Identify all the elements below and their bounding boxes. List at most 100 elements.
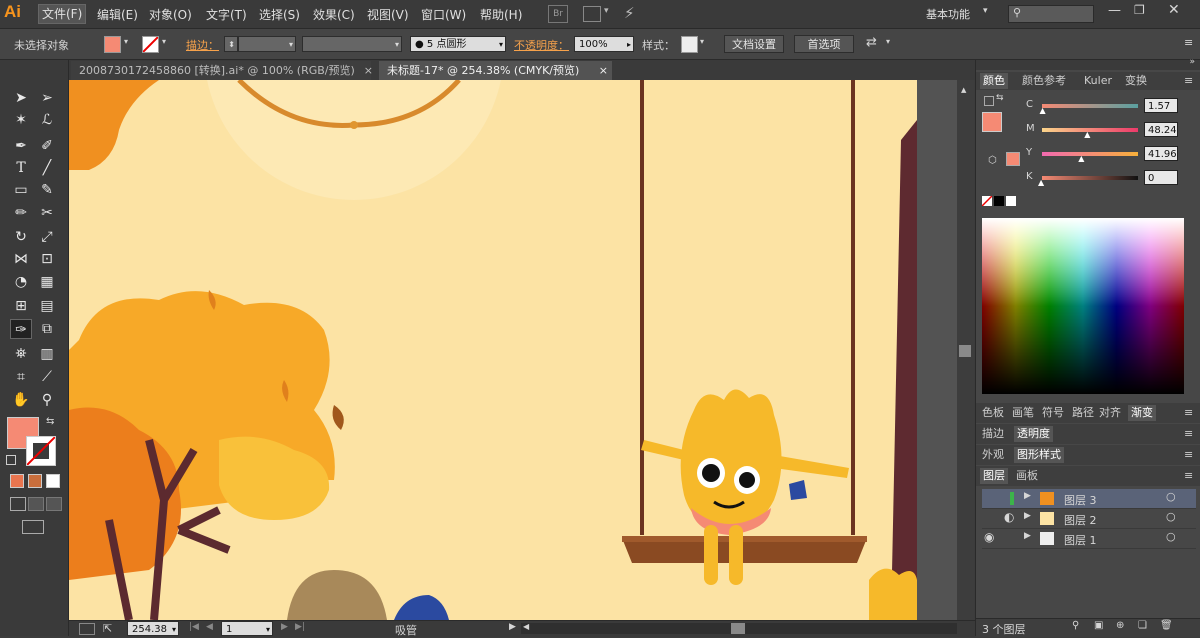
tab-pathfinder[interactable]: 路径 <box>1072 405 1094 421</box>
delete-layer-icon[interactable]: 🗑 <box>1160 620 1173 631</box>
scissors-tool-icon[interactable]: ✂ <box>36 203 58 223</box>
swap-colors-icon[interactable]: ⇆ <box>46 416 54 427</box>
brush-definition[interactable]: ● 5 点圆形 ▾ <box>410 36 506 52</box>
scale-tool-icon[interactable]: ⤢ <box>36 227 58 247</box>
channel-c-field[interactable]: 1.57 <box>1144 98 1178 113</box>
opacity-label[interactable]: 不透明度： <box>514 37 569 53</box>
layer-1-name[interactable]: 图层 1 <box>1064 532 1097 548</box>
tab-color[interactable]: 颜色 <box>980 73 1008 89</box>
opacity-field[interactable]: 100% ▸ <box>574 36 634 52</box>
color-panel-menu-icon[interactable]: ≡ <box>1184 73 1193 89</box>
stroke-swatch[interactable] <box>142 36 159 53</box>
direct-selection-tool-icon[interactable]: ➢ <box>36 88 58 108</box>
none-mode-icon[interactable] <box>46 474 60 488</box>
layer-3-name[interactable]: 图层 3 <box>1064 492 1097 508</box>
status-nav-icon[interactable] <box>79 623 95 635</box>
color-mode-icon[interactable] <box>10 474 24 488</box>
horizontal-scrollbar[interactable]: ◀ <box>521 622 957 634</box>
zoom-field[interactable]: 254.38 ▾ <box>127 621 179 636</box>
create-new-layer-icon[interactable]: ❏ <box>1138 620 1147 631</box>
lasso-tool-icon[interactable]: ℒ <box>36 110 58 130</box>
menu-file[interactable]: 文件(F) <box>38 4 87 24</box>
align-options-icon[interactable]: ⇄ <box>866 35 877 50</box>
vertical-scroll-thumb[interactable] <box>959 345 971 357</box>
stroke-weight-field[interactable]: ▾ <box>238 36 296 52</box>
arrange-documents-icon[interactable] <box>583 6 601 22</box>
tab-layers[interactable]: 图层 <box>980 468 1008 484</box>
workspace-chevron-icon[interactable]: ▾ <box>983 6 988 16</box>
stroke-color-box[interactable] <box>26 436 56 466</box>
make-clipping-mask-icon[interactable]: ▣ <box>1094 620 1103 631</box>
tab-document-1[interactable]: 2008730172458860 [转换].ai* @ 100% (RGB/预览… <box>71 61 373 80</box>
channel-k-slider[interactable]: ▲ <box>1038 176 1138 187</box>
appearance-menu-icon[interactable]: ≡ <box>1184 447 1193 463</box>
layer-2-name[interactable]: 图层 2 <box>1064 512 1097 528</box>
layer-row-1[interactable]: ◉ ▶ 图层 1 ○ <box>982 529 1196 549</box>
align-chevron-icon[interactable]: ▾ <box>886 37 890 46</box>
tab-graphic-styles[interactable]: 图形样式 <box>1014 447 1064 463</box>
vertical-scrollbar[interactable]: ▲ <box>957 80 974 620</box>
layer-3-target-icon[interactable]: ○ <box>1166 490 1176 503</box>
tab-appearance[interactable]: 外观 <box>982 447 1004 463</box>
pencil-tool-icon[interactable]: ✏ <box>10 203 32 223</box>
first-artboard-icon[interactable]: |◀ <box>189 622 199 632</box>
control-menu-icon[interactable]: ≡ <box>1184 36 1193 49</box>
stroke-menu-icon[interactable]: ≡ <box>1184 426 1193 442</box>
slice-tool-icon[interactable]: ⟋ <box>36 367 58 387</box>
workspace-switcher[interactable]: 基本功能 <box>926 6 970 22</box>
layer-2-target-icon[interactable]: ○ <box>1166 510 1176 523</box>
tab-swatches[interactable]: 色板 <box>982 405 1004 421</box>
close-icon[interactable]: ✕ <box>1168 2 1180 18</box>
arrange-dropdown-icon[interactable]: ▾ <box>604 6 609 16</box>
layer-2-visibility-icon[interactable]: ◐ <box>1004 510 1014 524</box>
channel-k-field[interactable]: 0 <box>1144 170 1178 185</box>
channel-c-thumb-icon[interactable]: ▲ <box>1040 106 1046 115</box>
menu-object[interactable]: 对象(O) <box>149 6 192 23</box>
tab-artboards[interactable]: 画板 <box>1016 468 1038 484</box>
stroke-weight-stepper[interactable]: ⬍ <box>224 36 238 52</box>
tab-transform[interactable]: 变换 <box>1125 73 1147 89</box>
bridge-button[interactable]: Br <box>548 5 568 23</box>
stroke-label[interactable]: 描边： <box>186 37 219 53</box>
tab-stroke[interactable]: 描边 <box>982 426 1004 442</box>
restore-icon[interactable]: ❐ <box>1134 3 1145 17</box>
black-color-chip[interactable] <box>994 196 1004 206</box>
stroke-chevron-icon[interactable]: ▾ <box>162 37 166 46</box>
tab-gradient[interactable]: 渐变 <box>1128 405 1156 421</box>
mesh-tool-icon[interactable]: ⊞ <box>10 296 32 316</box>
menu-type[interactable]: 文字(T) <box>206 6 247 23</box>
rotate-tool-icon[interactable]: ↻ <box>10 227 32 247</box>
graphic-style-swatch[interactable] <box>681 36 698 53</box>
menu-help[interactable]: 帮助(H) <box>480 6 522 23</box>
layer-1-target-icon[interactable]: ○ <box>1166 530 1176 543</box>
artboard-number-field[interactable]: 1 ▾ <box>221 621 273 636</box>
width-tool-icon[interactable]: ⋈ <box>10 249 32 269</box>
artboard-canvas[interactable] <box>69 80 957 620</box>
channel-m-slider[interactable]: ▲ <box>1042 128 1138 139</box>
tab-align[interactable]: 对齐 <box>1099 405 1121 421</box>
channel-k-thumb-icon[interactable]: ▲ <box>1038 178 1044 187</box>
tab-kuler[interactable]: Kuler <box>1084 73 1112 89</box>
channel-m-thumb-icon[interactable]: ▲ <box>1084 130 1090 139</box>
channel-y-thumb-icon[interactable]: ▲ <box>1078 154 1084 163</box>
prev-artboard-icon[interactable]: ◀ <box>206 622 213 632</box>
perspective-grid-tool-icon[interactable]: ▦ <box>36 272 58 292</box>
create-sublayer-icon[interactable]: ⊕ <box>1116 620 1124 631</box>
style-chevron-icon[interactable]: ▾ <box>700 37 704 46</box>
layer-row-3[interactable]: ▶ 图层 3 ○ <box>982 489 1196 509</box>
scroll-left-icon[interactable]: ◀ <box>523 622 529 631</box>
layer-1-visibility-icon[interactable]: ◉ <box>984 530 994 544</box>
gpu-performance-icon[interactable]: ⚡ <box>624 4 635 22</box>
swatches-menu-icon[interactable]: ≡ <box>1184 405 1193 421</box>
variable-width-profile[interactable]: ▾ <box>302 36 402 52</box>
curvature-tool-icon[interactable]: ✐ <box>36 136 58 156</box>
scroll-up-icon[interactable]: ▲ <box>961 86 966 94</box>
preferences-button[interactable]: 首选项 <box>794 35 854 53</box>
horizontal-scroll-thumb[interactable] <box>731 623 745 634</box>
channel-y-field[interactable]: 41.96 <box>1144 146 1178 161</box>
layer-1-expand-icon[interactable]: ▶ <box>1024 531 1031 541</box>
shape-builder-tool-icon[interactable]: ◔ <box>10 272 32 292</box>
column-graph-tool-icon[interactable]: ▥ <box>36 344 58 364</box>
gradient-tool-icon[interactable]: ▤ <box>36 296 58 316</box>
tab-color-guide[interactable]: 颜色参考 <box>1022 73 1066 89</box>
